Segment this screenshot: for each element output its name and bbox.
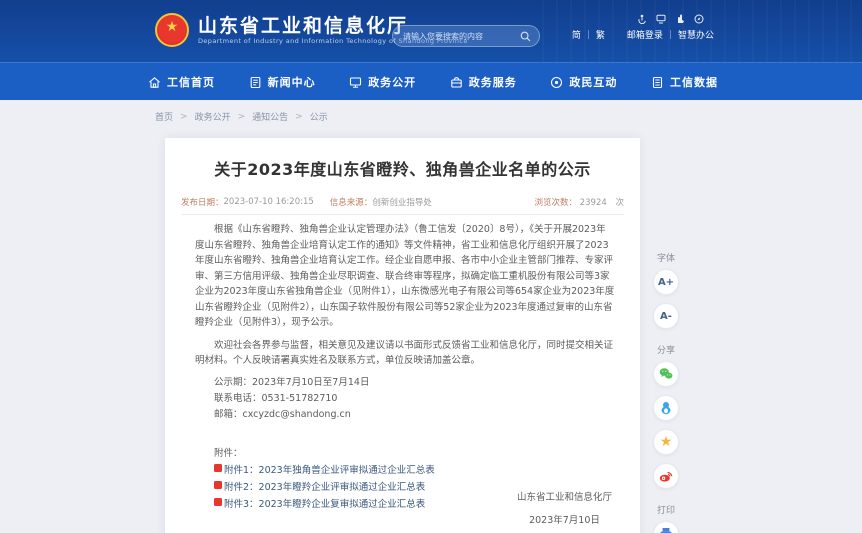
breadcrumb: 首页 > 政务公开 > 通知公告 > 公示 xyxy=(155,110,328,123)
divider: | xyxy=(587,30,590,40)
lang-traditional[interactable]: 繁 xyxy=(596,28,605,41)
article-signature: 山东省工业和信息化厅 2023年7月10日 xyxy=(517,486,612,532)
divider: | xyxy=(669,30,672,40)
printer-icon xyxy=(658,526,674,533)
share-qq-button[interactable] xyxy=(653,395,679,421)
search-icon[interactable] xyxy=(520,31,531,42)
lang-simplified[interactable]: 简 xyxy=(572,28,581,41)
qq-icon xyxy=(658,400,674,416)
publish-date-value: 2023-07-10 16:20:15 xyxy=(224,197,314,207)
breadcrumb-open-gov[interactable]: 政务公开 xyxy=(195,110,231,123)
home-icon xyxy=(148,76,161,89)
nav-item-open-government[interactable]: 政务公开 xyxy=(349,74,416,90)
breadcrumb-current: 公示 xyxy=(310,110,328,123)
paragraph-2: 欢迎社会各界参与监督，相关意见及建议请以书面形式反馈省工业和信息化厅，同时提交相… xyxy=(195,338,615,369)
weibo-icon xyxy=(658,468,674,484)
share-wechat-button[interactable] xyxy=(653,361,679,387)
views-label: 浏览次数： xyxy=(535,198,578,208)
breadcrumb-separator: > xyxy=(180,112,188,122)
breadcrumb-notices[interactable]: 通知公告 xyxy=(252,110,288,123)
publish-date-label: 发布日期： xyxy=(181,196,224,208)
nav-item-news[interactable]: 新闻中心 xyxy=(249,74,316,90)
nav-label: 新闻中心 xyxy=(268,74,316,90)
attachments-label: 附件： xyxy=(195,446,615,462)
search-input[interactable] xyxy=(403,32,520,41)
nav-label: 政民互动 xyxy=(569,74,617,90)
data-icon xyxy=(651,76,664,89)
attachment-link-1[interactable]: A附件1：2023年独角兽企业评审拟通过企业汇总表 xyxy=(195,462,615,479)
qzone-star-icon: ★ xyxy=(660,434,673,450)
pdf-icon: A xyxy=(214,498,222,506)
smart-office-link[interactable]: 智慧办公 xyxy=(678,28,714,41)
interaction-icon xyxy=(550,76,563,89)
font-size-label: 字体 xyxy=(657,251,675,264)
search-box[interactable] xyxy=(392,25,540,47)
pdf-icon: A xyxy=(214,481,222,489)
main-nav: 工信首页 新闻中心 政务公开 xyxy=(0,62,862,100)
breadcrumb-separator: > xyxy=(238,112,246,122)
font-increase-button[interactable]: A+ xyxy=(653,269,679,295)
share-weibo-button[interactable] xyxy=(653,463,679,489)
publicity-period: 公示期：2023年7月10日至7月14日 xyxy=(195,375,615,391)
pdf-icon: A xyxy=(214,464,222,472)
article-meta: 发布日期： 2023-07-10 16:20:15 信息来源： 创新创业指导处 … xyxy=(181,192,624,212)
nav-item-industry-data[interactable]: 工信数据 xyxy=(651,74,718,90)
contact-email: 邮箱：cxcyzdc@shandong.cn xyxy=(195,407,615,423)
signature-date: 2023年7月10日 xyxy=(517,509,612,532)
print-label: 打印 xyxy=(657,503,675,516)
nav-label: 政务公开 xyxy=(368,74,416,90)
nav-label: 政务服务 xyxy=(469,74,517,90)
signature-org: 山东省工业和信息化厅 xyxy=(517,486,612,509)
compass-icon[interactable] xyxy=(694,14,704,24)
font-decrease-button[interactable]: A- xyxy=(653,303,679,329)
share-label: 分享 xyxy=(657,343,675,356)
news-icon xyxy=(249,76,262,89)
open-gov-icon xyxy=(349,76,362,89)
header-utility: 简 | 繁 邮箱登录 | 智慧办公 xyxy=(572,14,714,41)
national-emblem-logo: ★ xyxy=(155,13,189,47)
article-title: 关于2023年度山东省瞪羚、独角兽企业名单的公示 xyxy=(165,156,640,180)
meta-divider xyxy=(181,214,624,215)
paragraph-1: 根据《山东省瞪羚、独角兽企业认定管理办法》（鲁工信发〔2020〕8号），《关于开… xyxy=(195,222,615,331)
services-icon xyxy=(450,76,463,89)
nav-label: 工信首页 xyxy=(167,74,215,90)
views-count: 23924 xyxy=(580,198,607,208)
nav-label: 工信数据 xyxy=(670,74,718,90)
nav-item-public-interaction[interactable]: 政民互动 xyxy=(550,74,617,90)
monitor-icon[interactable] xyxy=(656,14,666,24)
views-unit: 次 xyxy=(615,198,624,208)
site-header: ★ 山东省工业和信息化厅 Department of Industry and … xyxy=(0,0,862,62)
page: ★ 山东省工业和信息化厅 Department of Industry and … xyxy=(0,0,862,533)
breadcrumb-home[interactable]: 首页 xyxy=(155,110,173,123)
nav-item-government-services[interactable]: 政务服务 xyxy=(450,74,517,90)
accessibility-icon[interactable] xyxy=(637,14,647,24)
contact-phone: 联系电话：0531-51782710 xyxy=(195,391,615,407)
wechat-icon xyxy=(658,366,674,382)
breadcrumb-separator: > xyxy=(295,112,303,122)
article-card: 关于2023年度山东省瞪羚、独角兽企业名单的公示 发布日期： 2023-07-1… xyxy=(165,138,640,533)
side-toolbar: 字体 A+ A- 分享 ★ xyxy=(646,245,686,533)
source-label: 信息来源： xyxy=(330,196,373,208)
pointer-icon[interactable] xyxy=(675,14,685,24)
nav-item-home[interactable]: 工信首页 xyxy=(148,74,215,90)
article-body: 根据《山东省瞪羚、独角兽企业认定管理办法》（鲁工信发〔2020〕8号），《关于开… xyxy=(195,222,615,513)
source-value: 创新创业指导处 xyxy=(372,196,432,208)
mail-login-link[interactable]: 邮箱登录 xyxy=(627,28,663,41)
share-qzone-button[interactable]: ★ xyxy=(653,429,679,455)
print-button[interactable] xyxy=(653,521,679,533)
